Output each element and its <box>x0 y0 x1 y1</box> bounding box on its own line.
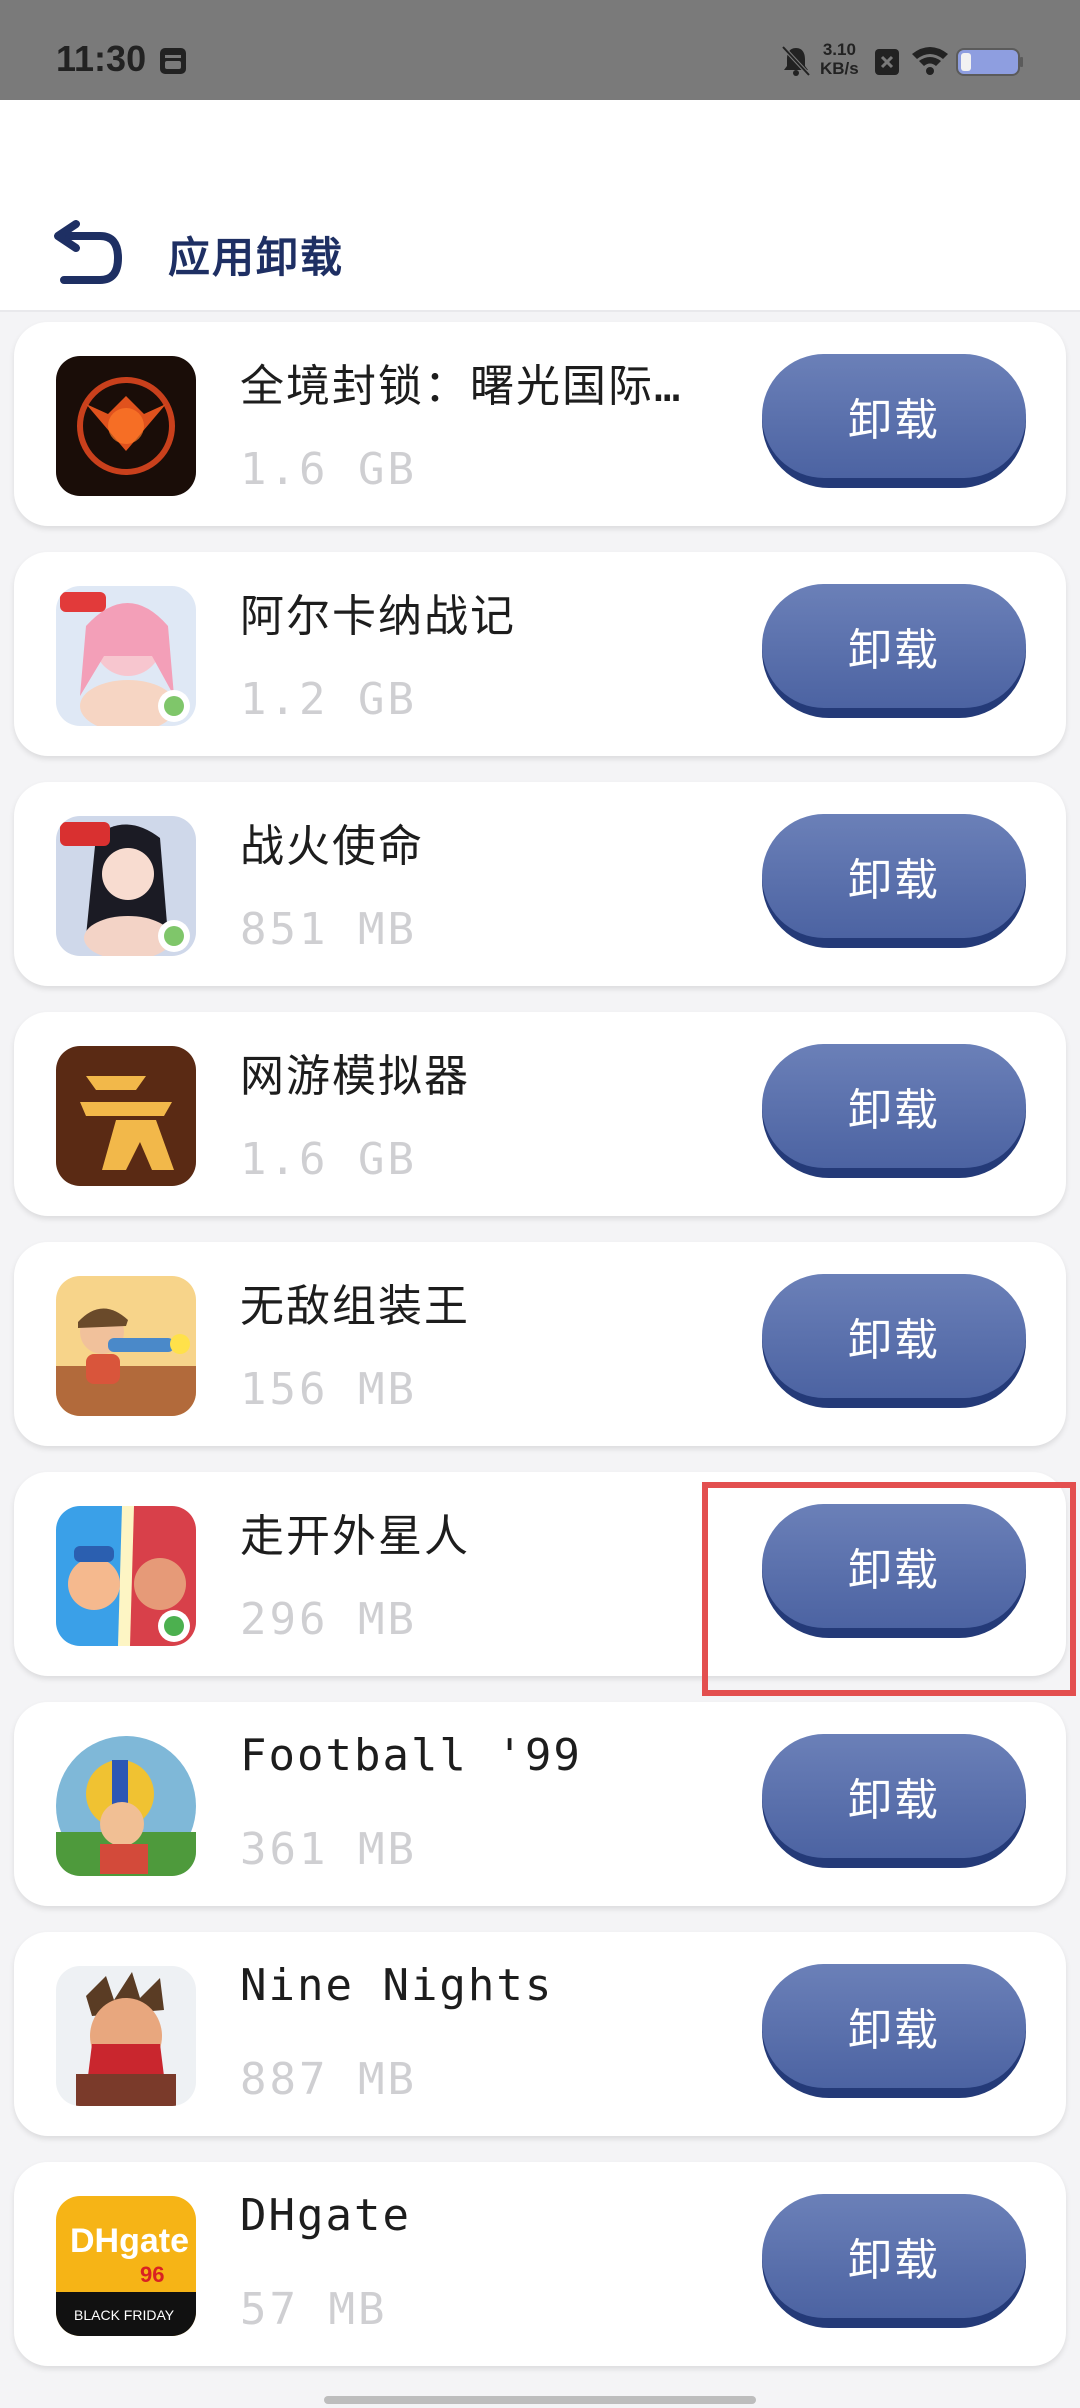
net-speed: 3.10 KB/s <box>820 40 859 78</box>
header-divider <box>0 310 1080 312</box>
app-size: 57 MB <box>240 2284 388 2335</box>
app-size: 156 MB <box>240 1364 417 1415</box>
app-card: 战火使命 851 MB 卸载 <box>14 782 1066 986</box>
app-size: 1.2 GB <box>240 674 417 725</box>
game-icon <box>56 1046 196 1186</box>
uninstall-button-label: 卸载 <box>762 354 1026 478</box>
uninstall-button[interactable]: 卸载 <box>762 584 1026 718</box>
app-card: 全境封锁：曙光国际… 1.6 GB 卸载 <box>14 322 1066 526</box>
app-size: 296 MB <box>240 1594 417 1645</box>
app-card: Football '99 361 MB 卸载 <box>14 1702 1066 1906</box>
wifi-icon <box>912 47 948 75</box>
status-time: 11:30 <box>56 38 147 79</box>
app-size: 887 MB <box>240 2054 417 2105</box>
battery-icon <box>956 48 1023 76</box>
shopping-icon: DHgate 96 BLACK FRIDAY <box>56 2196 196 2336</box>
app-name: 走开外星人 <box>240 1511 470 1562</box>
uninstall-button[interactable]: 卸载 <box>762 2194 1026 2328</box>
uninstall-button[interactable]: 卸载 <box>762 1044 1026 1178</box>
app-name: 战火使命 <box>240 821 424 872</box>
app-card: 走开外星人 296 MB 卸载 <box>14 1472 1066 1676</box>
game-icon <box>56 1506 196 1646</box>
shopping-icon-caption: BLACK FRIDAY <box>74 2307 175 2323</box>
uninstall-button-label: 卸载 <box>762 1734 1026 1858</box>
status-bar: 11:30 3.10 KB/s <box>0 0 1080 100</box>
uninstall-button[interactable]: 卸载 <box>762 1964 1026 2098</box>
uninstall-button-label: 卸载 <box>762 1504 1026 1628</box>
app-name: 全境封锁：曙光国际… <box>240 361 683 412</box>
uninstall-button[interactable]: 卸载 <box>762 354 1026 488</box>
game-icon <box>56 356 196 496</box>
header <box>0 100 1080 310</box>
uninstall-button-label: 卸载 <box>762 1274 1026 1398</box>
uninstall-button-label: 卸载 <box>762 1044 1026 1168</box>
close-box-icon <box>875 49 899 75</box>
shopping-icon-badge: 96 <box>140 2262 164 2287</box>
app-name: Nine Nights <box>240 1960 554 2011</box>
app-name: Football '99 <box>240 1730 582 1781</box>
mute-icon <box>781 45 811 77</box>
shopping-icon-brand: DHgate <box>70 2222 189 2260</box>
app-card: Nine Nights 887 MB 卸载 <box>14 1932 1066 2136</box>
app-size: 851 MB <box>240 904 417 955</box>
app-size: 1.6 GB <box>240 1134 417 1185</box>
game-icon <box>56 816 196 956</box>
game-icon <box>56 586 196 726</box>
app-name: 无敌组装王 <box>240 1281 470 1332</box>
game-icon <box>56 1276 196 1416</box>
uninstall-button-label: 卸载 <box>762 584 1026 708</box>
uninstall-button[interactable]: 卸载 <box>762 1734 1026 1868</box>
game-icon <box>56 1966 196 2106</box>
app-card: DHgate 96 BLACK FRIDAY DHgate 57 MB 卸载 <box>14 2162 1066 2366</box>
app-card: 无敌组装王 156 MB 卸载 <box>14 1242 1066 1446</box>
uninstall-button[interactable]: 卸载 <box>762 1504 1026 1638</box>
notification-icon <box>160 48 186 74</box>
app-size: 1.6 GB <box>240 444 417 495</box>
app-name: DHgate <box>240 2190 411 2241</box>
uninstall-button-label: 卸载 <box>762 2194 1026 2318</box>
app-card: 网游模拟器 1.6 GB 卸载 <box>14 1012 1066 1216</box>
back-arrow-icon[interactable] <box>48 220 128 290</box>
uninstall-button-label: 卸载 <box>762 814 1026 938</box>
uninstall-button-label: 卸载 <box>762 1964 1026 2088</box>
app-size: 361 MB <box>240 1824 417 1875</box>
home-indicator[interactable] <box>324 2396 756 2404</box>
app-name: 阿尔卡纳战记 <box>240 591 516 642</box>
game-icon <box>56 1736 196 1876</box>
page-title: 应用卸载 <box>168 233 345 282</box>
app-card: 阿尔卡纳战记 1.2 GB 卸载 <box>14 552 1066 756</box>
uninstall-button[interactable]: 卸载 <box>762 1274 1026 1408</box>
uninstall-button[interactable]: 卸载 <box>762 814 1026 948</box>
app-name: 网游模拟器 <box>240 1051 470 1102</box>
